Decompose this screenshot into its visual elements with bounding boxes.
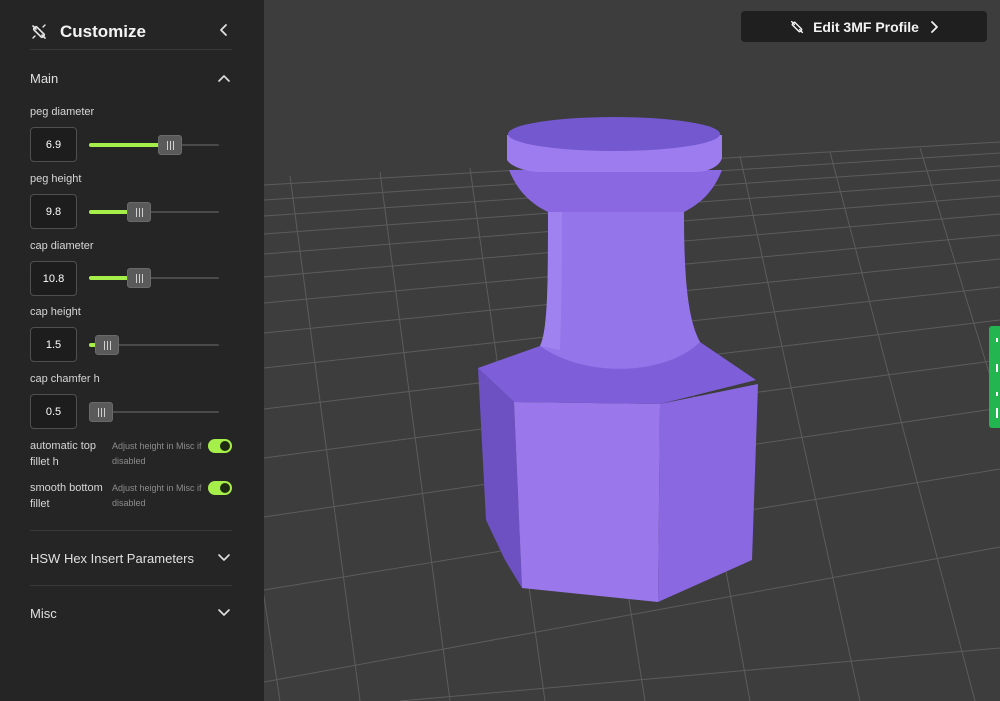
smooth-bottom-fillet-label: smooth bottom fillet bbox=[30, 482, 103, 510]
cap-diameter-input[interactable]: 10.8 bbox=[30, 261, 77, 296]
toggle-knob bbox=[220, 441, 230, 451]
cap-chamfer-h-label: cap chamfer h bbox=[30, 373, 100, 385]
peg-diameter-slider[interactable] bbox=[89, 135, 219, 155]
auto-top-fillet-label: automatic top fillet h bbox=[30, 440, 97, 468]
edit-3mf-profile-label: Edit 3MF Profile bbox=[813, 18, 919, 35]
section-hex-header[interactable]: HSW Hex Insert Parameters bbox=[30, 548, 232, 568]
tab-glyph bbox=[996, 392, 998, 396]
chevron-left-icon[interactable] bbox=[216, 20, 232, 40]
section-divider bbox=[30, 585, 232, 586]
side-panel-tab[interactable] bbox=[989, 326, 1000, 428]
peg-diameter-label: peg diameter bbox=[30, 106, 95, 118]
section-hex-label: HSW Hex Insert Parameters bbox=[30, 550, 194, 566]
edit-3mf-profile-button[interactable]: Edit 3MF Profile bbox=[741, 11, 987, 42]
app-window: Customize Main peg diameter 6.9 peg heig… bbox=[0, 0, 1000, 701]
chevron-down-icon bbox=[216, 550, 232, 566]
slider-handle[interactable] bbox=[127, 268, 151, 288]
chevron-down-icon bbox=[216, 605, 232, 621]
smooth-bottom-fillet-toggle[interactable] bbox=[208, 481, 232, 495]
customize-sidebar: Customize Main peg diameter 6.9 peg heig… bbox=[0, 0, 264, 701]
cap-height-label: cap height bbox=[30, 306, 81, 318]
tab-glyph bbox=[996, 408, 998, 418]
auto-top-fillet-toggle[interactable] bbox=[208, 439, 232, 453]
wand-pencil-icon bbox=[789, 19, 805, 35]
peg-height-label: peg height bbox=[30, 173, 82, 185]
tab-glyph bbox=[996, 364, 998, 372]
section-divider bbox=[30, 530, 232, 531]
3d-viewport[interactable] bbox=[264, 0, 1000, 701]
slider-handle[interactable] bbox=[127, 202, 151, 222]
smooth-bottom-fillet-hint: Adjust height in Misc if disabled bbox=[112, 483, 202, 508]
section-misc-header[interactable]: Misc bbox=[30, 603, 232, 623]
section-misc-label: Misc bbox=[30, 605, 57, 621]
section-main-label: Main bbox=[30, 70, 59, 86]
cap-chamfer-h-slider[interactable] bbox=[89, 402, 219, 422]
sidebar-header: Customize bbox=[30, 14, 232, 50]
auto-top-fillet-row: automatic top fillet h Adjust height in … bbox=[30, 438, 232, 472]
cap-diameter-label: cap diameter bbox=[30, 240, 94, 252]
cap-height-slider[interactable] bbox=[89, 335, 219, 355]
cap-height-input[interactable]: 1.5 bbox=[30, 327, 77, 362]
cap-chamfer-h-input[interactable]: 0.5 bbox=[30, 394, 77, 429]
3d-model-peg[interactable] bbox=[478, 117, 758, 602]
sidebar-title: Customize bbox=[60, 21, 146, 41]
slider-fill bbox=[89, 276, 129, 280]
tab-glyph bbox=[996, 338, 998, 342]
smooth-bottom-fillet-row: smooth bottom fillet Adjust height in Mi… bbox=[30, 480, 232, 514]
cap-diameter-slider[interactable] bbox=[89, 268, 219, 288]
wand-pencil-icon bbox=[30, 23, 48, 41]
slider-fill bbox=[89, 143, 160, 147]
section-main-header[interactable]: Main bbox=[30, 68, 232, 88]
peg-diameter-input[interactable]: 6.9 bbox=[30, 127, 77, 162]
auto-top-fillet-hint: Adjust height in Misc if disabled bbox=[112, 441, 202, 466]
toggle-knob bbox=[220, 483, 230, 493]
slider-handle[interactable] bbox=[95, 335, 119, 355]
slider-handle[interactable] bbox=[158, 135, 182, 155]
slider-fill bbox=[89, 210, 129, 214]
chevron-right-icon bbox=[929, 20, 939, 34]
peg-height-input[interactable]: 9.8 bbox=[30, 194, 77, 229]
peg-height-slider[interactable] bbox=[89, 202, 219, 222]
chevron-up-icon bbox=[216, 70, 232, 86]
viewport-canvas[interactable] bbox=[264, 0, 1000, 701]
slider-handle[interactable] bbox=[89, 402, 113, 422]
